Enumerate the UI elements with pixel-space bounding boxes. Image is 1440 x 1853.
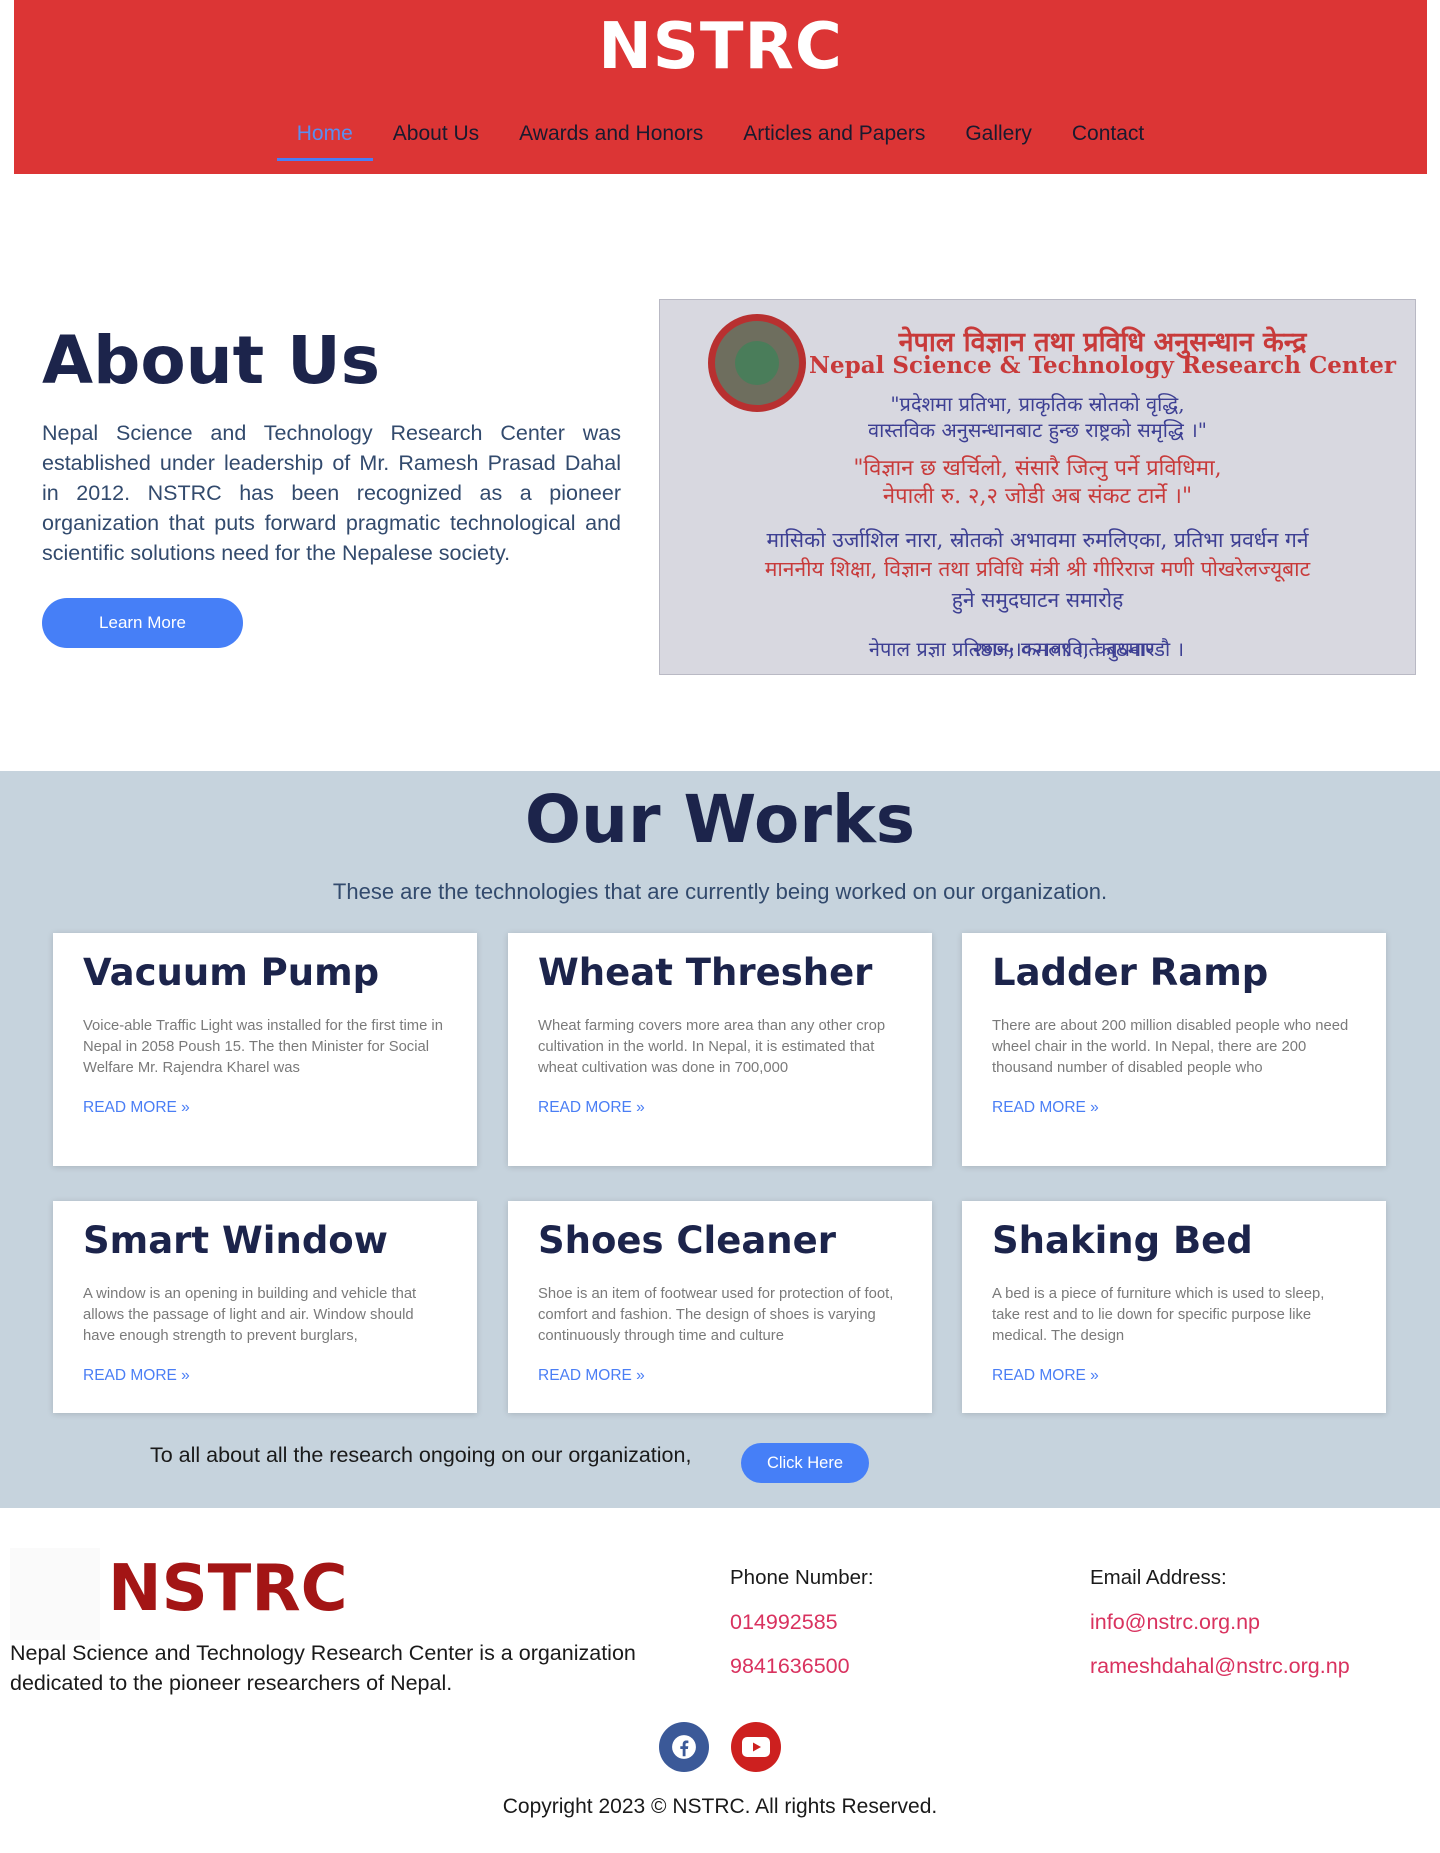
- about-title: About Us: [42, 322, 381, 399]
- nav-articles-and-papers[interactable]: Articles and Papers: [723, 118, 945, 161]
- about-banner-image: नेपाल विज्ञान तथा प्रविधि अनुसन्धान केन्…: [659, 299, 1416, 675]
- facebook-icon[interactable]: [659, 1722, 709, 1772]
- card-excerpt: A window is an opening in building and v…: [83, 1286, 417, 1344]
- card-excerpt: Wheat farming covers more area than any …: [538, 1018, 886, 1076]
- about-text: Nepal Science and Technology Research Ce…: [42, 421, 621, 565]
- banner-line: Nepal Science & Technology Research Cent…: [808, 352, 1397, 379]
- nav-contact[interactable]: Contact: [1052, 118, 1164, 161]
- work-card-wheat-thresher: Wheat Thresher Wheat farming covers more…: [508, 933, 932, 1166]
- card-title[interactable]: Wheat Thresher: [538, 951, 902, 994]
- research-prompt-text: To all about all the research ongoing on…: [150, 1443, 692, 1467]
- works-section: Our Works These are the technologies tha…: [0, 771, 1440, 1508]
- site-header: NSTRC Home About Us Awards and Honors Ar…: [14, 0, 1427, 174]
- card-excerpt: There are about 200 million disabled peo…: [992, 1018, 1349, 1076]
- work-card-vacuum-pump: Vacuum Pump Voice-able Traffic Light was…: [53, 933, 477, 1166]
- read-more-link[interactable]: READ MORE »: [538, 1367, 902, 1385]
- banner-line: नेपाल प्रज्ञा प्रतिष्ठान, कमलादि, काठमाण…: [868, 637, 1185, 661]
- banner-line: माननीय शिक्षा, विज्ञान तथा प्रविधि मंत्र…: [764, 557, 1311, 581]
- read-more-link[interactable]: READ MORE »: [992, 1367, 1356, 1385]
- youtube-icon[interactable]: [731, 1722, 781, 1772]
- footer-description: Nepal Science and Technology Research Ce…: [10, 1641, 636, 1695]
- nav-gallery[interactable]: Gallery: [945, 118, 1052, 161]
- banner-line: मासिको उर्जाशिल नारा, स्रोतको अभावमा रुम…: [766, 528, 1309, 552]
- email-link[interactable]: rameshdahal@nstrc.org.np: [1090, 1654, 1350, 1679]
- card-excerpt: Voice-able Traffic Light was installed f…: [83, 1018, 443, 1076]
- footer-logo-image: [10, 1548, 100, 1640]
- phone-link[interactable]: 014992585: [730, 1610, 838, 1635]
- youtube-glyph: [742, 1737, 770, 1757]
- card-title[interactable]: Shaking Bed: [992, 1219, 1356, 1262]
- card-excerpt: Shoe is an item of footwear used for pro…: [538, 1286, 894, 1344]
- banner-line: "प्रदेशमा प्रतिभा, प्राकृतिक स्रोतको वृद…: [890, 392, 1185, 416]
- work-card-smart-window: Smart Window A window is an opening in b…: [53, 1201, 477, 1413]
- card-excerpt: A bed is a piece of furniture which is u…: [992, 1286, 1325, 1344]
- nav-about-us[interactable]: About Us: [373, 118, 499, 161]
- nav-awards-and-honors[interactable]: Awards and Honors: [499, 118, 723, 161]
- work-card-shoes-cleaner: Shoes Cleaner Shoe is an item of footwea…: [508, 1201, 932, 1413]
- site-brand[interactable]: NSTRC: [14, 10, 1427, 84]
- card-title[interactable]: Shoes Cleaner: [538, 1219, 902, 1262]
- card-title[interactable]: Vacuum Pump: [83, 951, 447, 994]
- phone-label: Phone Number:: [730, 1566, 874, 1589]
- read-more-link[interactable]: READ MORE »: [992, 1099, 1356, 1117]
- click-here-button[interactable]: Click Here: [741, 1443, 869, 1483]
- nav-home[interactable]: Home: [276, 118, 373, 161]
- main-nav: Home About Us Awards and Honors Articles…: [14, 118, 1427, 161]
- email-link[interactable]: info@nstrc.org.np: [1090, 1610, 1260, 1635]
- work-card-shaking-bed: Shaking Bed A bed is a piece of furnitur…: [962, 1201, 1386, 1413]
- works-title: Our Works: [524, 781, 916, 858]
- copyright-text: Copyright 2023 © NSTRC. All rights Reser…: [502, 1795, 938, 1818]
- footer-brand: NSTRC: [108, 1552, 348, 1626]
- card-title[interactable]: Ladder Ramp: [992, 951, 1356, 994]
- read-more-link[interactable]: READ MORE »: [83, 1367, 447, 1385]
- phone-link[interactable]: 9841636500: [730, 1654, 850, 1679]
- banner-line: "विज्ञान छ खर्चिलो, संसारै जित्नु पर्ने …: [853, 456, 1222, 481]
- works-subtitle: These are the technologies that are curr…: [332, 879, 1108, 904]
- banner-line: हुने समुदघाटन समारोह: [951, 588, 1124, 612]
- card-title[interactable]: Smart Window: [83, 1219, 447, 1262]
- banner-line: वास्तविक अनुसन्धानबाट हुन्छ राष्ट्रको सम…: [868, 418, 1207, 442]
- banner-line: नेपाली रु. २,२ जोडी अब संकट टार्ने ।": [882, 484, 1193, 509]
- read-more-link[interactable]: READ MORE »: [538, 1099, 902, 1117]
- facebook-glyph: [672, 1735, 696, 1759]
- read-more-link[interactable]: READ MORE »: [83, 1099, 447, 1117]
- work-card-ladder-ramp: Ladder Ramp There are about 200 million …: [962, 933, 1386, 1166]
- learn-more-button[interactable]: Learn More: [42, 598, 243, 648]
- email-label: Email Address:: [1090, 1566, 1227, 1589]
